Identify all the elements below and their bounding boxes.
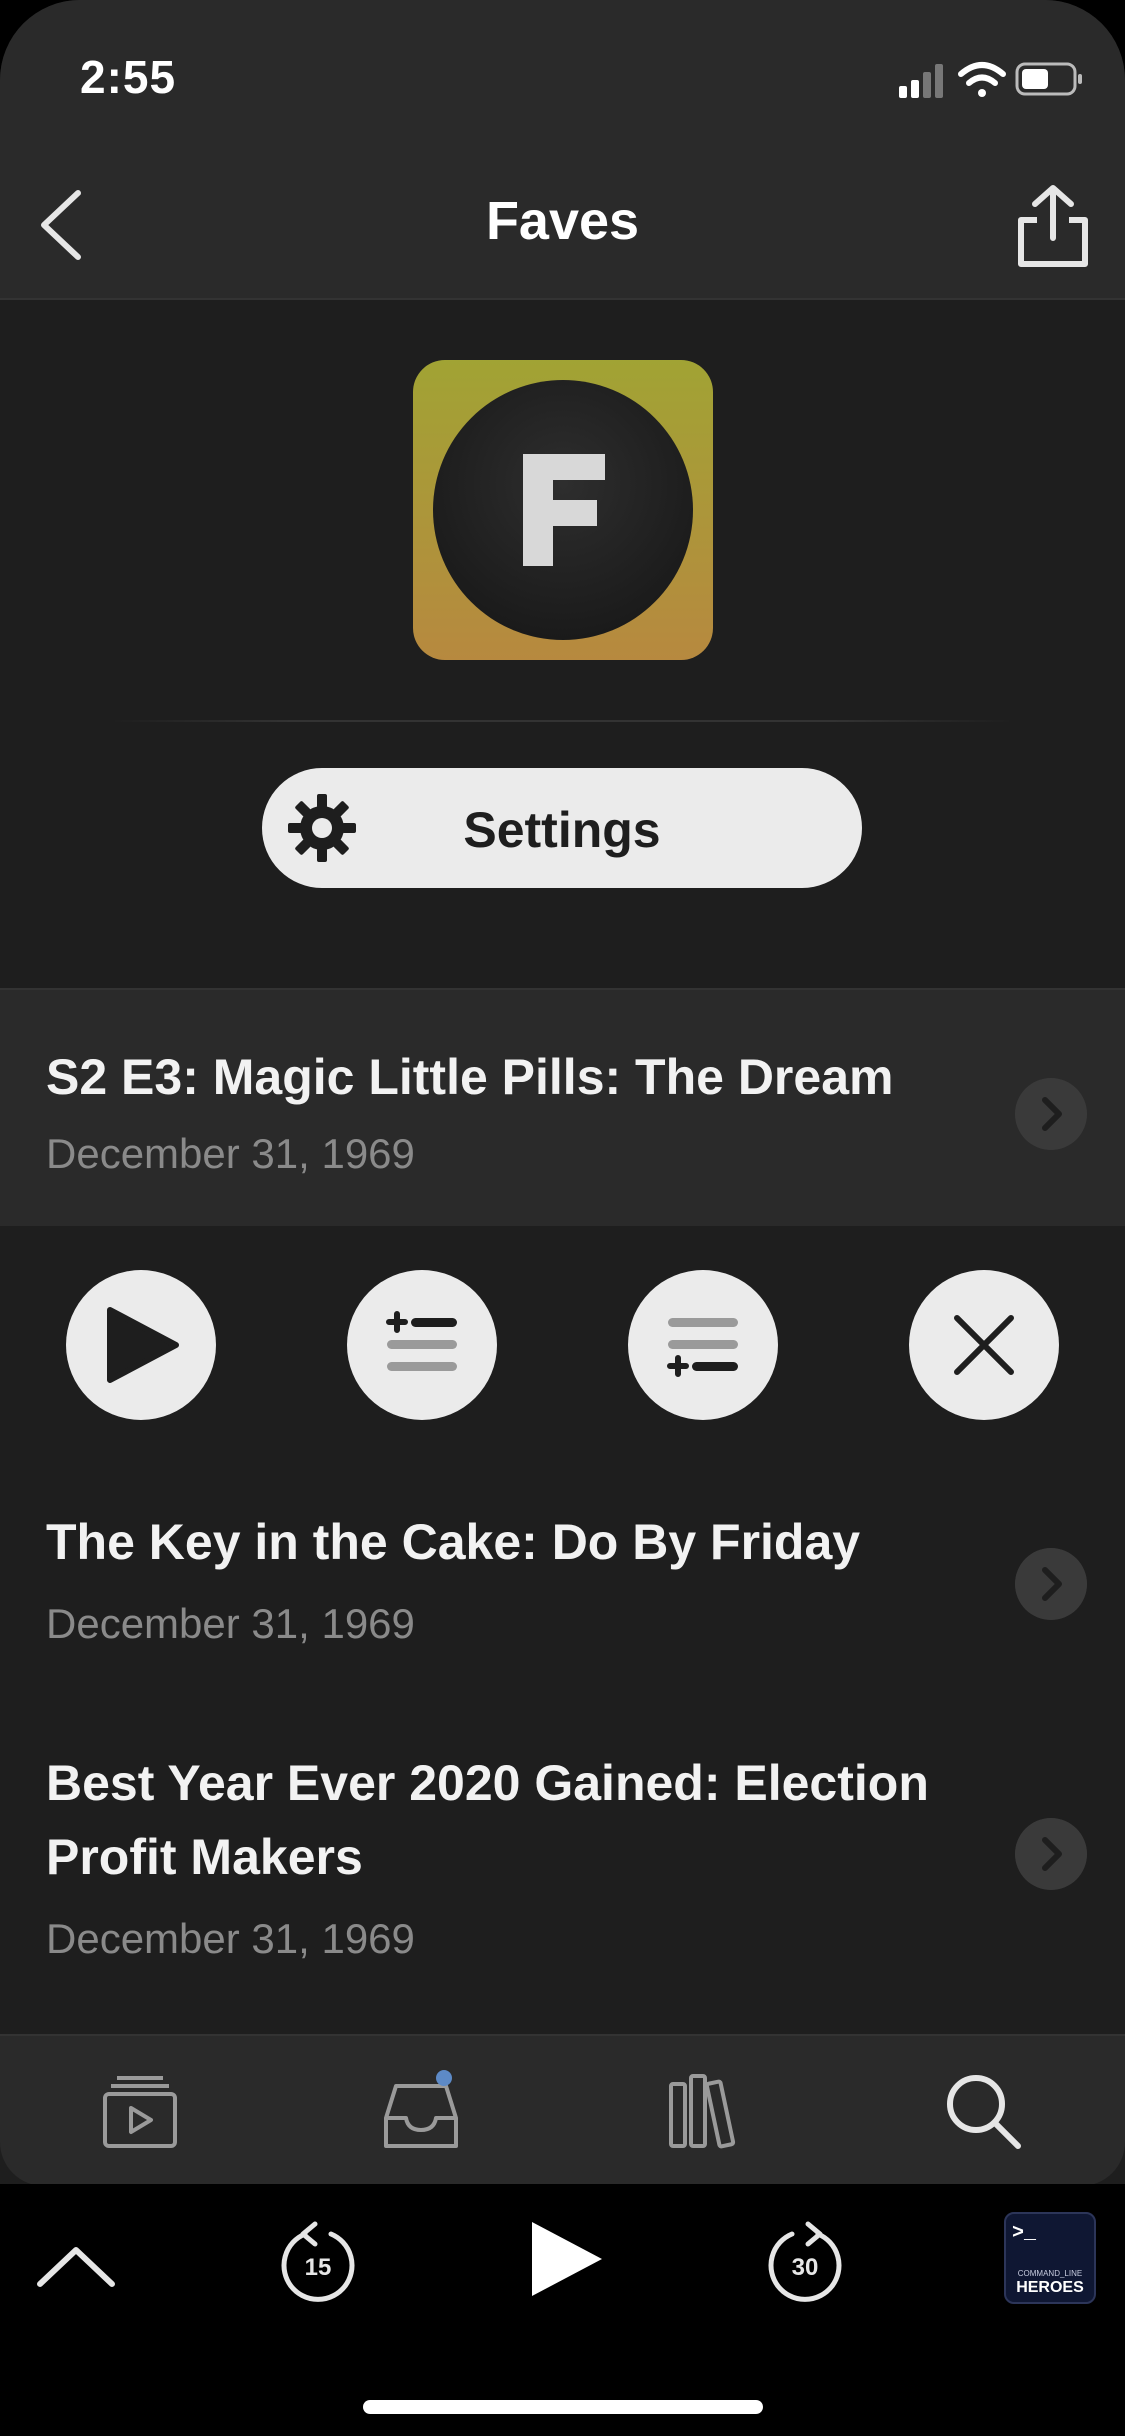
play-button[interactable] bbox=[66, 1270, 216, 1420]
artwork-subtitle: COMMAND_LINE bbox=[1018, 2269, 1082, 2278]
settings-button[interactable]: Settings bbox=[262, 768, 862, 888]
episode-row[interactable]: The Key in the Cake: Do By Friday Decemb… bbox=[0, 1460, 1125, 1700]
signal-icon bbox=[899, 64, 943, 98]
play-icon bbox=[107, 1307, 179, 1383]
filter-header: Settings bbox=[0, 300, 1125, 988]
skip-forward-button[interactable]: 30 bbox=[762, 2214, 848, 2310]
episode-date: December 31, 1969 bbox=[46, 1600, 415, 1647]
wifi-icon bbox=[958, 62, 1006, 97]
share-icon[interactable] bbox=[1013, 182, 1093, 272]
mini-player: 15 30 >_ COMMAND_LINE HEROES bbox=[0, 2184, 1125, 2436]
skip-forward-icon: 30 bbox=[768, 2221, 842, 2302]
chevron-right-icon[interactable] bbox=[1015, 1078, 1087, 1150]
episode-title: Best Year Ever 2020 Gained: Election Pro… bbox=[46, 1755, 929, 1885]
skip-back-label: 15 bbox=[305, 2254, 332, 2281]
remove-button[interactable] bbox=[909, 1270, 1059, 1420]
play-last-button[interactable] bbox=[628, 1270, 778, 1420]
app-screen: 2:55 Faves Settings S2 E3: Magic Little … bbox=[0, 0, 1125, 2436]
library-icon[interactable] bbox=[657, 2066, 747, 2156]
artwork-prompt: >_ bbox=[1012, 2222, 1037, 2245]
play-last-icon bbox=[667, 1318, 738, 1377]
skip-forward-label: 30 bbox=[792, 2254, 819, 2281]
filter-icon bbox=[413, 360, 713, 660]
play-next-icon bbox=[386, 1311, 457, 1371]
episode-date: December 31, 1969 bbox=[46, 1915, 415, 1962]
episode-title: S2 E3: Magic Little Pills: The Dream bbox=[46, 1049, 894, 1105]
skip-back-button[interactable]: 15 bbox=[275, 2214, 361, 2310]
tab-bar bbox=[0, 2034, 1125, 2186]
skip-back-icon: 15 bbox=[281, 2221, 355, 2302]
page-title: Faves bbox=[485, 191, 640, 251]
episode-row[interactable]: S2 E3: Magic Little Pills: The Dream Dec… bbox=[0, 988, 1125, 1228]
artwork-title: HEROES bbox=[1016, 2279, 1084, 2296]
chevron-up-icon[interactable] bbox=[34, 2236, 118, 2296]
play-next-button[interactable] bbox=[347, 1270, 497, 1420]
search-icon[interactable] bbox=[938, 2066, 1028, 2156]
status-icons bbox=[899, 62, 1082, 98]
settings-label: Settings bbox=[463, 802, 661, 858]
status-time: 2:55 bbox=[80, 51, 177, 103]
episode-actions bbox=[0, 1226, 1125, 1456]
chevron-right-icon[interactable] bbox=[1015, 1548, 1087, 1620]
battery-icon bbox=[1015, 62, 1082, 96]
episode-title: The Key in the Cake: Do By Friday bbox=[46, 1514, 861, 1570]
home-indicator[interactable] bbox=[363, 2400, 763, 2414]
podcast-artwork[interactable]: >_ COMMAND_LINE HEROES bbox=[1004, 2212, 1096, 2304]
podcasts-icon[interactable] bbox=[95, 2066, 185, 2156]
divider bbox=[110, 720, 1015, 722]
close-icon bbox=[954, 1315, 1014, 1375]
chevron-right-icon[interactable] bbox=[1015, 1818, 1087, 1890]
artwork-image: >_ COMMAND_LINE HEROES bbox=[1012, 2222, 1084, 2296]
episode-date: December 31, 1969 bbox=[46, 1130, 415, 1177]
header: 2:55 Faves bbox=[0, 0, 1125, 300]
episode-row[interactable]: Best Year Ever 2020 Gained: Election Pro… bbox=[0, 1710, 1125, 2030]
filter-icon-circle bbox=[433, 380, 693, 640]
inbox-icon[interactable] bbox=[376, 2066, 466, 2156]
filter-letter-f-icon bbox=[523, 454, 605, 566]
play-icon[interactable] bbox=[520, 2214, 610, 2304]
